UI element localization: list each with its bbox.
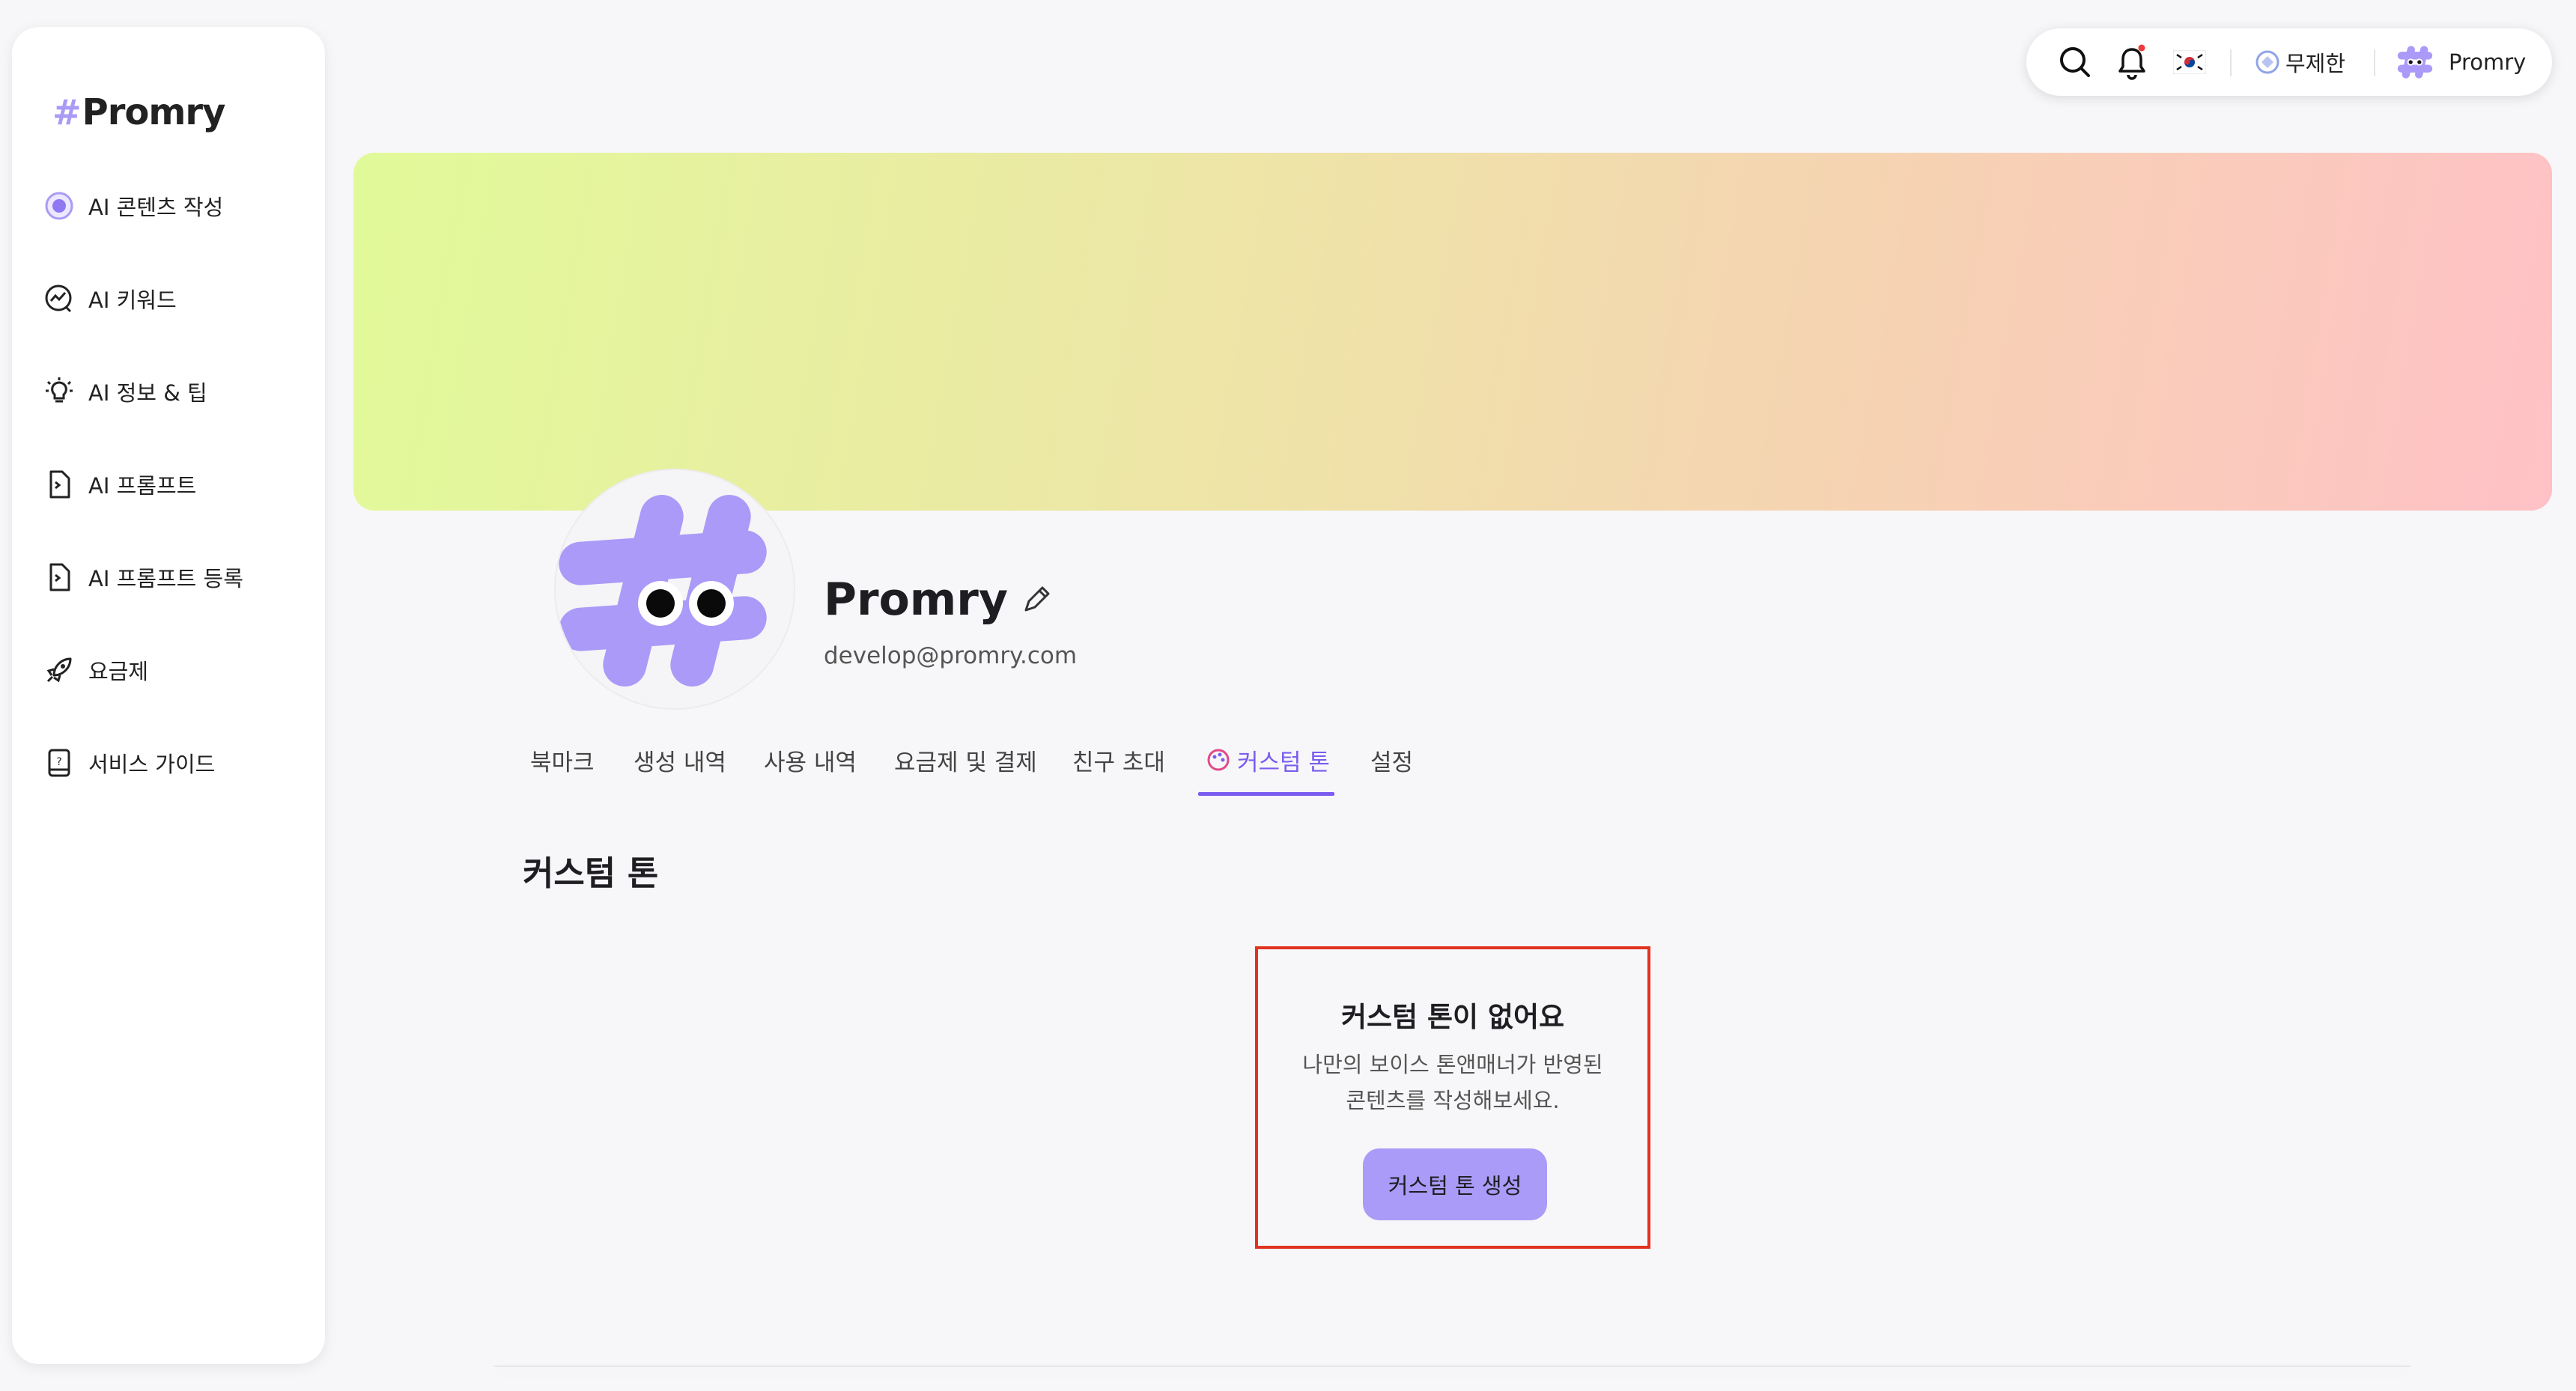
user-name: Promry: [2449, 49, 2527, 75]
sidebar-item-ai-prompt[interactable]: AI 프롬프트: [43, 466, 196, 503]
empty-desc-line: 콘텐츠를 작성해보세요.: [1346, 1088, 1560, 1113]
profile-avatar[interactable]: [554, 469, 795, 710]
profile-email: develop@promry.com: [824, 642, 1078, 669]
hash-logo-icon: #: [52, 92, 82, 133]
plan-badge[interactable]: 무제한: [2254, 28, 2345, 96]
profile-name: Promry: [824, 573, 1053, 626]
tab-generation-history[interactable]: 생성 내역: [634, 741, 726, 779]
promry-logo[interactable]: # Promry: [52, 91, 225, 133]
empty-desc-line: 나만의 보이스 톤앤매너가 반영된: [1302, 1052, 1603, 1077]
rocket-icon: [46, 657, 72, 683]
sidebar-item-ai-tips[interactable]: AI 정보 & 팁: [43, 373, 207, 410]
tab-bookmark[interactable]: 북마크: [530, 741, 595, 779]
lightbulb-icon: [46, 377, 73, 403]
sidebar-item-ai-prompt-register[interactable]: AI 프롬프트 등록: [43, 558, 243, 596]
logo-text: Promry: [82, 91, 226, 133]
sidebar-item-label: AI 정보 & 팁: [88, 380, 207, 406]
empty-description: 나만의 보이스 톤앤매너가 반영된 콘텐츠를 작성해보세요.: [1258, 1047, 1647, 1118]
tab-invite-friends[interactable]: 친구 초대: [1072, 741, 1165, 779]
tab-pricing-payment[interactable]: 요금제 및 결제: [894, 741, 1037, 779]
sidebar-item-label: AI 프롬프트 등록: [88, 566, 243, 591]
create-custom-tone-button[interactable]: 커스텀 톤 생성: [1363, 1148, 1547, 1220]
trend-chart-icon: [45, 284, 72, 313]
divider: [494, 1366, 2411, 1367]
prompt-doc-icon: [49, 470, 70, 499]
tab-custom-tone[interactable]: 커스텀 톤: [1206, 741, 1330, 779]
sidebar-item-label: 요금제: [88, 659, 149, 684]
guide-book-icon: ?: [48, 749, 70, 777]
tab-usage-history[interactable]: 사용 내역: [764, 741, 857, 779]
korean-flag-icon: [2173, 50, 2206, 74]
profile-banner: [353, 153, 2552, 511]
promry-mascot-icon: [559, 495, 767, 687]
divider: [2374, 49, 2375, 76]
avatar: [2397, 46, 2433, 79]
search-button[interactable]: [2058, 28, 2092, 96]
plan-label: 무제한: [2285, 51, 2346, 76]
tab-label: 커스텀 톤: [1237, 749, 1330, 776]
sidebar: # Promry AI 콘텐츠 작성 AI 키워드 AI 정보 & 팁 AI 프…: [12, 27, 325, 1364]
palette-icon: [1207, 749, 1230, 771]
bell-icon: [2118, 44, 2145, 80]
sidebar-item-ai-keyword[interactable]: AI 키워드: [43, 280, 177, 317]
ai-sparkle-icon: [45, 192, 73, 220]
notification-button[interactable]: [2115, 28, 2149, 96]
top-bar: 무제한 Promry: [2026, 28, 2552, 96]
tab-settings[interactable]: 설정: [1370, 741, 1413, 779]
plan-gem-icon: [2255, 50, 2279, 74]
sidebar-item-ai-content[interactable]: AI 콘텐츠 작성: [43, 187, 223, 225]
prompt-register-icon: [49, 563, 70, 591]
svg-text:?: ?: [56, 756, 61, 768]
profile-name-text: Promry: [824, 573, 1009, 626]
user-menu[interactable]: Promry: [2393, 28, 2526, 96]
sidebar-item-pricing[interactable]: 요금제: [43, 651, 148, 689]
page-title: 커스텀 톤: [523, 853, 659, 893]
sidebar-item-label: AI 키워드: [88, 287, 177, 313]
empty-title: 커스텀 톤이 없어요: [1340, 1001, 1565, 1033]
sidebar-item-label: AI 프롬프트: [88, 473, 197, 499]
active-tab-indicator: [1198, 792, 1334, 796]
empty-state: 커스텀 톤이 없어요 나만의 보이스 톤앤매너가 반영된 콘텐츠를 작성해보세요…: [1255, 946, 1650, 1249]
pencil-icon[interactable]: [1020, 583, 1053, 616]
sidebar-item-service-guide[interactable]: ? 서비스 가이드: [43, 744, 215, 782]
search-icon: [2060, 47, 2090, 77]
sidebar-item-label: 서비스 가이드: [88, 752, 216, 777]
sidebar-item-label: AI 콘텐츠 작성: [88, 195, 224, 220]
divider: [2230, 49, 2232, 76]
language-button[interactable]: [2173, 28, 2206, 96]
